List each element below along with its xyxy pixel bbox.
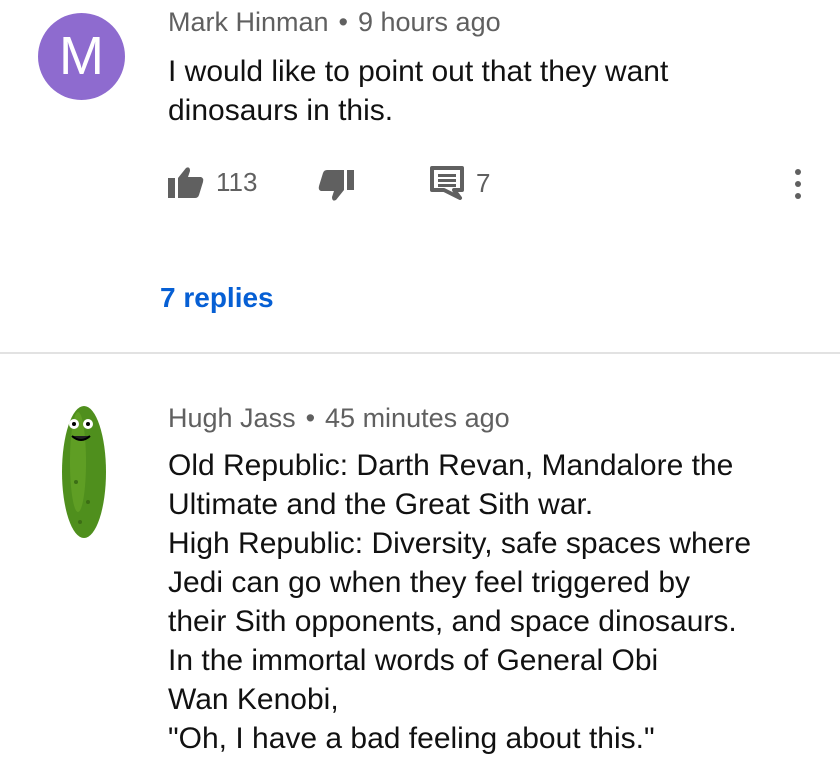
comment-2: Hugh Jass • 45 minutes ago Old Republic: D…	[0, 356, 840, 769]
comment-line: I would like to point out that they want	[168, 55, 669, 88]
comment-text: Old Republic: Darth Revan, Mandalore the…	[168, 446, 818, 758]
thumbs-down-icon	[318, 170, 354, 201]
comment-line: dinosaurs in this.	[168, 94, 394, 127]
more-options-icon[interactable]	[788, 166, 808, 206]
divider	[0, 352, 840, 354]
reply-count: 7	[476, 167, 491, 198]
comment-actions: 113 7	[168, 166, 818, 206]
like-button[interactable]: 113	[168, 166, 257, 198]
comment-line: their Sith opponents, and space dinosaur…	[168, 605, 737, 638]
dislike-button[interactable]	[318, 170, 354, 202]
comment-meta: Mark Hinman • 9 hours ago	[168, 7, 501, 38]
comment-line: Jedi can go when they feel triggered by	[168, 566, 690, 599]
separator-dot: •	[305, 403, 316, 433]
author-name[interactable]: Hugh Jass	[168, 403, 296, 433]
timestamp[interactable]: 45 minutes ago	[325, 403, 510, 433]
view-replies-link[interactable]: 7 replies	[160, 282, 274, 314]
author-name[interactable]: Mark Hinman	[168, 7, 329, 37]
comment-line: Wan Kenobi,	[168, 683, 339, 716]
separator-dot: •	[338, 7, 348, 37]
pickle-avatar-icon[interactable]	[58, 402, 110, 542]
avatar[interactable]: M	[38, 13, 125, 100]
comment-line: "Oh, I have a bad feeling about this."	[168, 722, 655, 755]
comment-icon	[430, 166, 464, 200]
like-count: 113	[216, 166, 258, 197]
comment-line: High Republic: Diversity, safe spaces wh…	[168, 527, 752, 560]
comment-meta: Hugh Jass • 45 minutes ago	[168, 403, 510, 434]
timestamp[interactable]: 9 hours ago	[358, 7, 501, 37]
comment-line: In the immortal words of General Obi	[168, 644, 659, 677]
comment-line: Old Republic: Darth Revan, Mandalore the	[168, 449, 734, 482]
thumbs-up-icon	[168, 167, 204, 198]
comment-text: I would like to point out that they want…	[168, 52, 818, 130]
comment-line: Ultimate and the Great Sith war.	[168, 488, 594, 521]
comment-1: M Mark Hinman • 9 hours ago I would like t…	[0, 0, 840, 352]
reply-button[interactable]: 7	[430, 166, 490, 200]
